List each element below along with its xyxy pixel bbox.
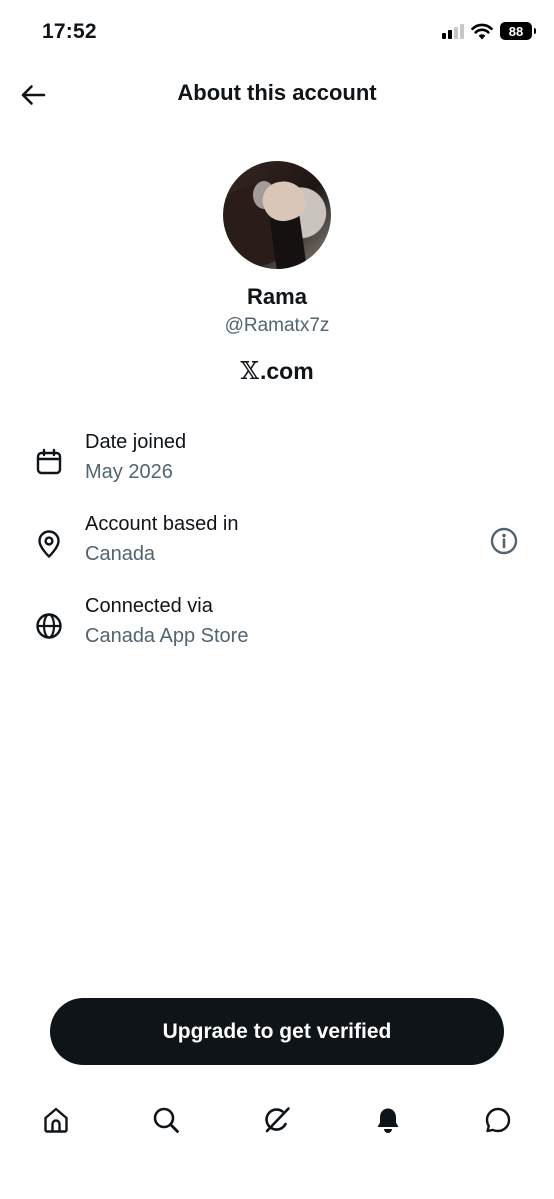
account-based-value: Canada <box>85 543 156 565</box>
location-pin-icon <box>38 530 60 558</box>
nav-grok[interactable] <box>257 1100 297 1140</box>
upgrade-verified-button[interactable]: Upgrade to get verified <box>50 998 504 1065</box>
x-logo-icon: 𝕏 <box>240 357 259 385</box>
wifi-icon <box>471 23 493 39</box>
date-joined-value: May 2026 <box>85 461 173 483</box>
battery-icon: 88 <box>500 22 536 40</box>
about-account-screen: 17:52 88 About this account Rama @Ramatx… <box>0 0 554 1199</box>
nav-notifications[interactable] <box>368 1100 408 1140</box>
grok-icon <box>265 1107 290 1133</box>
bottom-nav <box>0 1096 554 1146</box>
status-time: 17:52 <box>42 20 97 43</box>
profile-name: Rama <box>247 284 307 309</box>
notifications-bell-icon <box>377 1108 399 1133</box>
connected-via-label: Connected via <box>85 595 213 617</box>
profile-handle: @Ramatx7z <box>224 315 330 336</box>
account-based-row: Account based in Canada <box>0 513 554 583</box>
nav-home[interactable] <box>36 1100 76 1140</box>
platform-suffix: .com <box>259 357 314 384</box>
connected-via-row: Connected via Canada App Store <box>0 595 554 665</box>
page-title: About this account <box>177 80 377 105</box>
date-joined-row: Date joined May 2026 <box>0 431 554 501</box>
connected-via-value: Canada App Store <box>85 625 249 647</box>
nav-search[interactable] <box>146 1100 186 1140</box>
nav-messages[interactable] <box>478 1100 518 1140</box>
status-indicators: 88 <box>442 22 536 40</box>
info-icon[interactable] <box>488 525 520 557</box>
account-based-label: Account based in <box>85 513 239 535</box>
search-icon <box>153 1107 179 1133</box>
globe-icon <box>36 613 62 639</box>
messages-icon <box>485 1107 511 1133</box>
calendar-icon <box>36 448 62 475</box>
home-icon <box>44 1107 68 1133</box>
signal-icon <box>442 23 464 39</box>
platform-label: 𝕏 .com <box>0 357 554 385</box>
date-joined-label: Date joined <box>85 431 187 453</box>
avatar <box>223 161 331 269</box>
